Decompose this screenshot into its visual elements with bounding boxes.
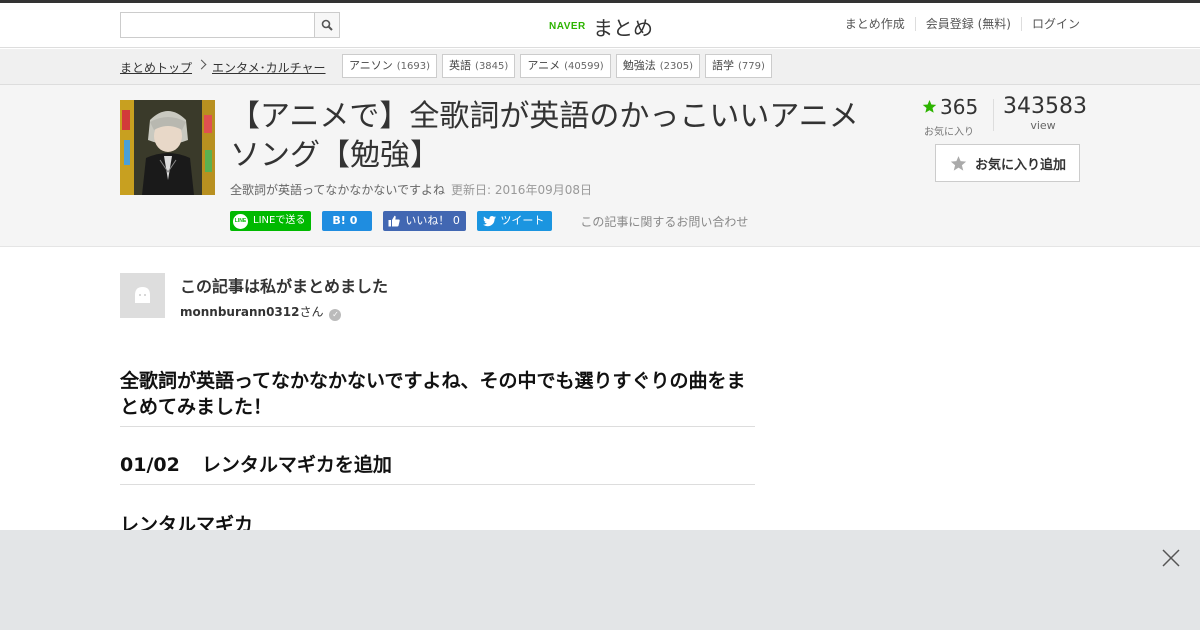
tag-english[interactable]: 英語 (3845) [442,54,516,78]
update-text: レンタルマギカを追加 [201,454,392,476]
breadcrumb-top[interactable]: まとめトップ [120,59,192,76]
search-input[interactable] [121,13,315,37]
update-date: 01/02 [120,454,180,476]
star-icon [922,99,937,113]
facebook-like-button[interactable]: いいね！ 0 [383,211,467,231]
tag-study[interactable]: 勉強法 (2305) [615,54,700,78]
verified-check-icon: ✓ [329,309,342,321]
author-info: monnburann0312さん ✓ [180,303,342,321]
article-title: 【アニメで】全歌詞が英語のかっこいいアニメソング【勉強】 [230,99,859,173]
author-heading: この記事は私がまとめました [180,277,389,296]
view-label: view [1030,119,1056,132]
stats-divider [993,99,994,131]
favorite-number: 365 [940,95,979,119]
nav-login[interactable]: ログイン [1020,17,1080,31]
updated-date: 更新日: 2016年09月08日 [451,183,592,197]
line-icon: LINE [233,213,248,229]
search-box [120,12,340,38]
ad-overlay-bar [0,530,1200,630]
author-suffix: さん [299,305,324,319]
tweet-button[interactable]: ツイート [477,211,553,231]
thumbs-up-icon [388,215,401,227]
inquiry-link[interactable]: この記事に関するお問い合わせ [580,213,748,230]
tag-language[interactable]: 語学 (779) [704,54,772,78]
close-icon[interactable] [1161,548,1181,568]
chevron-right-icon [196,59,207,70]
article-description: 全歌詞が英語ってなかなかないですよね [230,183,446,197]
update-heading: 01/02 レンタルマギカを追加 [120,452,755,485]
social-share-bar: LINE LINEで送る B! 0 いいね！ 0 ツイート この記事に関するお問… [230,211,748,231]
hatena-icon: B! [332,214,346,227]
tag-anime[interactable]: アニメ (40599) [520,54,611,78]
site-header: NAVER まとめ まとめ作成 会員登録 (無料) ログイン [0,3,1200,48]
lead-heading: 全歌詞が英語ってなかなかないですよね、その中でも選りすぐりの曲をまとめてみました… [120,368,755,427]
author-avatar[interactable] [120,273,165,318]
logo-naver: NAVER [549,21,586,32]
line-share-button[interactable]: LINE LINEで送る [230,211,312,231]
tag-list: アニソン (1693) 英語 (3845) アニメ (40599) 勉強法 (2305)… [342,54,772,78]
nav-register[interactable]: 会員登録 (無料) [914,17,1021,31]
article-meta: 全歌詞が英語ってなかなかないですよね 更新日: 2016年09月08日 [230,181,592,198]
thumbnail-illustration [120,100,215,195]
view-count: 343583 view [1003,94,1087,132]
author-name[interactable]: monnburann0312 [180,305,299,319]
article-header: 【アニメで】全歌詞が英語のかっこいいアニメソング【勉強】 全歌詞が英語ってなかな… [0,85,1200,247]
tag-anison[interactable]: アニソン (1693) [342,54,438,78]
logo-matome: まとめ [593,16,653,40]
default-avatar-icon [120,273,165,318]
view-number: 343583 [1003,94,1087,119]
search-button[interactable] [314,13,339,37]
favorite-label: お気に入り [924,127,974,138]
star-outline-icon [950,155,967,171]
twitter-bird-icon [483,215,497,226]
search-icon [321,19,333,31]
hatena-bookmark-button[interactable]: B! 0 [322,211,373,231]
add-favorite-button[interactable]: お気に入り追加 [935,144,1080,182]
top-nav: まとめ作成 会員登録 (無料) ログイン [835,17,1080,31]
article-thumbnail[interactable] [120,100,215,195]
breadcrumb-bar: まとめトップ エンタメ･カルチャー アニソン (1693) 英語 (3845) アニ… [0,49,1200,85]
nav-create-matome[interactable]: まとめ作成 [835,17,915,31]
breadcrumb-category[interactable]: エンタメ･カルチャー [212,59,326,76]
